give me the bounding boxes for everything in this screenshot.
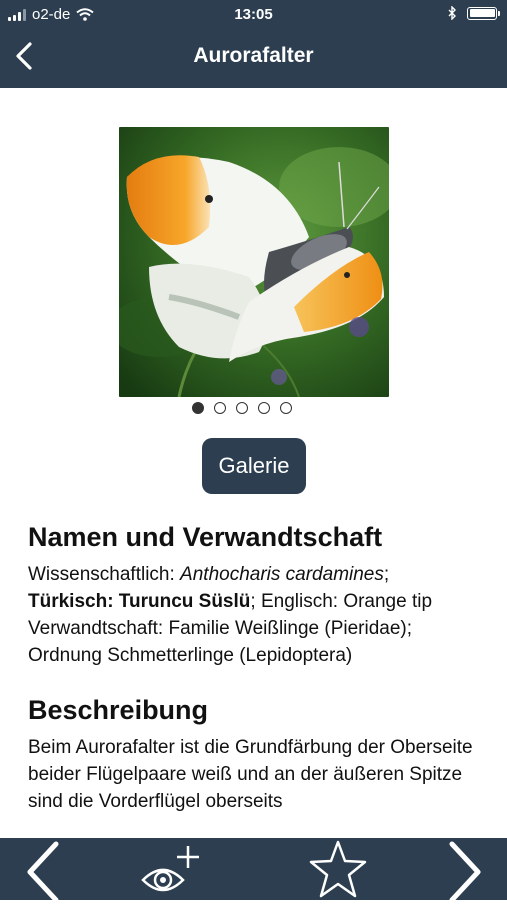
pager-dot[interactable] <box>236 402 248 414</box>
butterfly-image <box>119 127 389 397</box>
gallery-pager[interactable] <box>192 402 292 414</box>
next-button[interactable] <box>440 838 490 903</box>
description-heading: Beschreibung <box>28 695 209 725</box>
gallery-button[interactable]: Galerie <box>202 438 306 494</box>
species-photo[interactable] <box>119 127 389 397</box>
status-bar: o2-de 13:05 <box>0 0 507 30</box>
scientific-end: ; <box>383 564 390 585</box>
pager-dot[interactable] <box>214 402 226 414</box>
english-name: ; Englisch: Orange tip <box>250 591 433 612</box>
description-section: Beschreibung Beim Aurorafalter ist die G… <box>28 695 483 815</box>
add-observation-button[interactable] <box>138 838 204 900</box>
pager-dot[interactable] <box>258 402 270 414</box>
page-title: Aurorafalter <box>193 44 314 67</box>
turkish-name: Türkisch: Turuncu Süslü <box>28 591 251 612</box>
header: o2-de 13:05 Aurorafalter <box>0 0 507 88</box>
scientific-label: Wissenschaftlich: <box>28 564 181 585</box>
pager-dot[interactable] <box>192 402 204 414</box>
pager-dot[interactable] <box>280 402 292 414</box>
description-text: Beim Aurorafalter ist die Grundfärbung d… <box>28 737 473 812</box>
battery-icon <box>467 6 500 20</box>
content: Namen und Verwandtschaft Wissenschaftlic… <box>28 522 483 815</box>
bottom-toolbar <box>0 838 507 903</box>
previous-button[interactable] <box>18 838 68 903</box>
names-text: Wissenschaftlich: Anthocharis cardamines… <box>28 561 483 669</box>
scientific-name: Anthocharis cardamines <box>180 564 384 585</box>
favorite-button[interactable] <box>308 838 368 900</box>
chevron-right-icon <box>449 841 481 903</box>
status-right <box>448 6 500 20</box>
eye-plus-icon <box>141 846 199 892</box>
star-icon <box>309 840 367 898</box>
names-heading: Namen und Verwandtschaft <box>28 522 383 552</box>
bluetooth-icon <box>448 6 456 20</box>
chevron-left-icon <box>27 841 59 903</box>
status-time: 13:05 <box>234 6 273 23</box>
order-text: Ordnung Schmetterlinge (Lepidoptera) <box>28 645 353 666</box>
family-text: Verwandtschaft: Familie Weißlinge (Pieri… <box>28 618 413 639</box>
